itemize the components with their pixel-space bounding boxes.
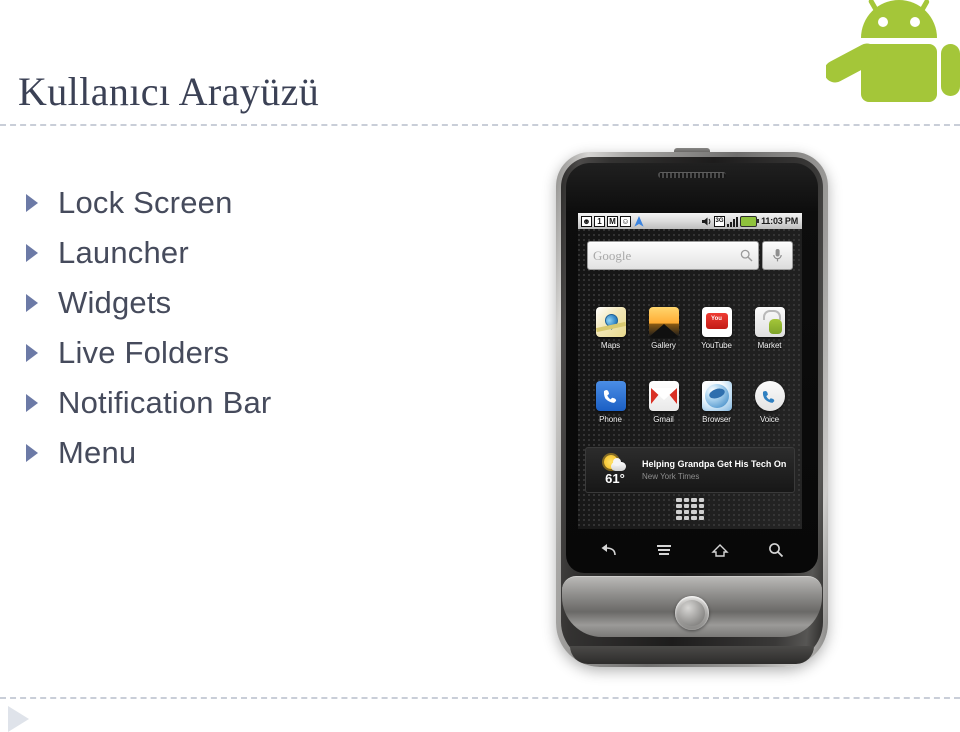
list-item-label: Lock Screen [58,185,233,220]
app-label: Gmail [653,415,674,424]
app-row-1: Maps Gallery You YouTube Market [584,307,796,350]
footer-divider [0,697,960,699]
list-item: Menu [26,428,496,478]
app-icon-voice[interactable]: Voice [746,381,794,424]
gmail-icon [648,381,679,411]
news-section: Helping Grandpa Get His Tech On New York… [638,459,788,482]
triangle-bullet-icon [26,294,48,312]
signal-icon [727,216,739,227]
app-icon-maps[interactable]: Maps [587,307,635,350]
news-source: New York Times [642,471,700,481]
home-screen-wallpaper: Google Maps Gallery You YouTube Market P… [578,229,802,529]
youtube-badge-label: You [711,316,722,322]
ringer-icon [700,215,712,227]
search-placeholder: Google [593,247,632,263]
nexus-one-phone-image: ☻ 1 M ☺ 3G 11:03 PM Google Maps Gallery … [556,148,828,667]
navigation-icon [633,215,645,227]
gmail-icon: M [607,215,618,227]
trackball[interactable] [675,596,709,630]
voicemail-icon: ☻ [581,215,592,227]
footer-triangle-icon [8,706,29,732]
news-and-weather-widget[interactable]: 61° Helping Grandpa Get His Tech On New … [585,447,795,493]
list-item: Live Folders [26,328,496,378]
android-logo [826,0,960,102]
app-label: Browser [702,415,731,424]
phone-screen: ☻ 1 M ☺ 3G 11:03 PM Google Maps Gallery … [578,213,802,529]
list-item-label: Menu [58,435,137,470]
triangle-bullet-icon [26,344,48,362]
temperature-label: 61° [605,470,625,486]
maps-icon [595,307,626,337]
page-title: Kullanıcı Arayüzü [18,69,320,114]
search-icon [740,249,753,262]
header-divider [0,124,960,126]
calendar-icon: 1 [594,215,605,227]
phone-bottom-cap [570,646,814,664]
search-icon[interactable] [763,540,789,560]
gallery-icon [648,307,679,337]
app-label: Gallery [651,341,676,350]
app-icon-gmail[interactable]: Gmail [640,381,688,424]
list-item: Widgets [26,278,496,328]
voice-icon [754,381,785,411]
triangle-bullet-icon [26,194,48,212]
app-label: Market [757,341,782,350]
app-icon-gallery[interactable]: Gallery [640,307,688,350]
sun-cloud-icon [604,454,626,471]
earpiece-speaker [658,172,726,178]
soft-key-bar [580,535,804,565]
phone-icon [595,381,626,411]
list-item: Notification Bar [26,378,496,428]
list-item-label: Widgets [58,285,172,320]
list-item: Launcher [26,228,496,278]
app-icon-phone[interactable]: Phone [587,381,635,424]
menu-icon[interactable] [651,540,677,560]
microphone-icon [773,249,782,262]
voice-search-button[interactable] [762,241,793,270]
app-row-2: Phone Gmail Browser Voice [584,381,796,424]
app-icon-market[interactable]: Market [746,307,794,350]
search-input[interactable]: Google [587,241,759,270]
app-label: YouTube [701,341,732,350]
sms-icon: ☺ [620,215,631,227]
market-icon [754,307,785,337]
browser-icon [701,381,732,411]
status-icons-right: 3G 11:03 PM [700,215,799,227]
google-search-widget[interactable]: Google [587,241,793,270]
weather-section: 61° [592,454,638,486]
battery-icon [740,215,760,227]
app-icon-browser[interactable]: Browser [693,381,741,424]
status-icons-left: ☻ 1 M ☺ [581,215,645,227]
app-icon-youtube[interactable]: You YouTube [693,307,741,350]
triangle-bullet-icon [26,394,48,412]
app-label: Maps [600,341,621,350]
app-drawer-icon[interactable] [676,498,704,520]
list-item: Lock Screen [26,178,496,228]
data-3g-icon: 3G [714,215,726,227]
list-item-label: Launcher [58,235,189,270]
back-icon[interactable] [595,540,621,560]
list-item-label: Notification Bar [58,385,272,420]
triangle-bullet-icon [26,244,48,262]
news-headline: Helping Grandpa Get His Tech On [642,458,787,469]
app-label: Voice [759,415,780,424]
list-item-label: Live Folders [58,335,230,370]
status-clock: 11:03 PM [761,216,798,226]
home-icon[interactable] [707,540,733,560]
status-bar: ☻ 1 M ☺ 3G 11:03 PM [578,213,802,229]
app-label: Phone [599,415,622,424]
triangle-bullet-icon [26,444,48,462]
youtube-icon: You [701,307,732,337]
phone-glass: ☻ 1 M ☺ 3G 11:03 PM Google Maps Gallery … [566,163,818,573]
bullet-list: Lock Screen Launcher Widgets Live Folder… [26,178,496,478]
